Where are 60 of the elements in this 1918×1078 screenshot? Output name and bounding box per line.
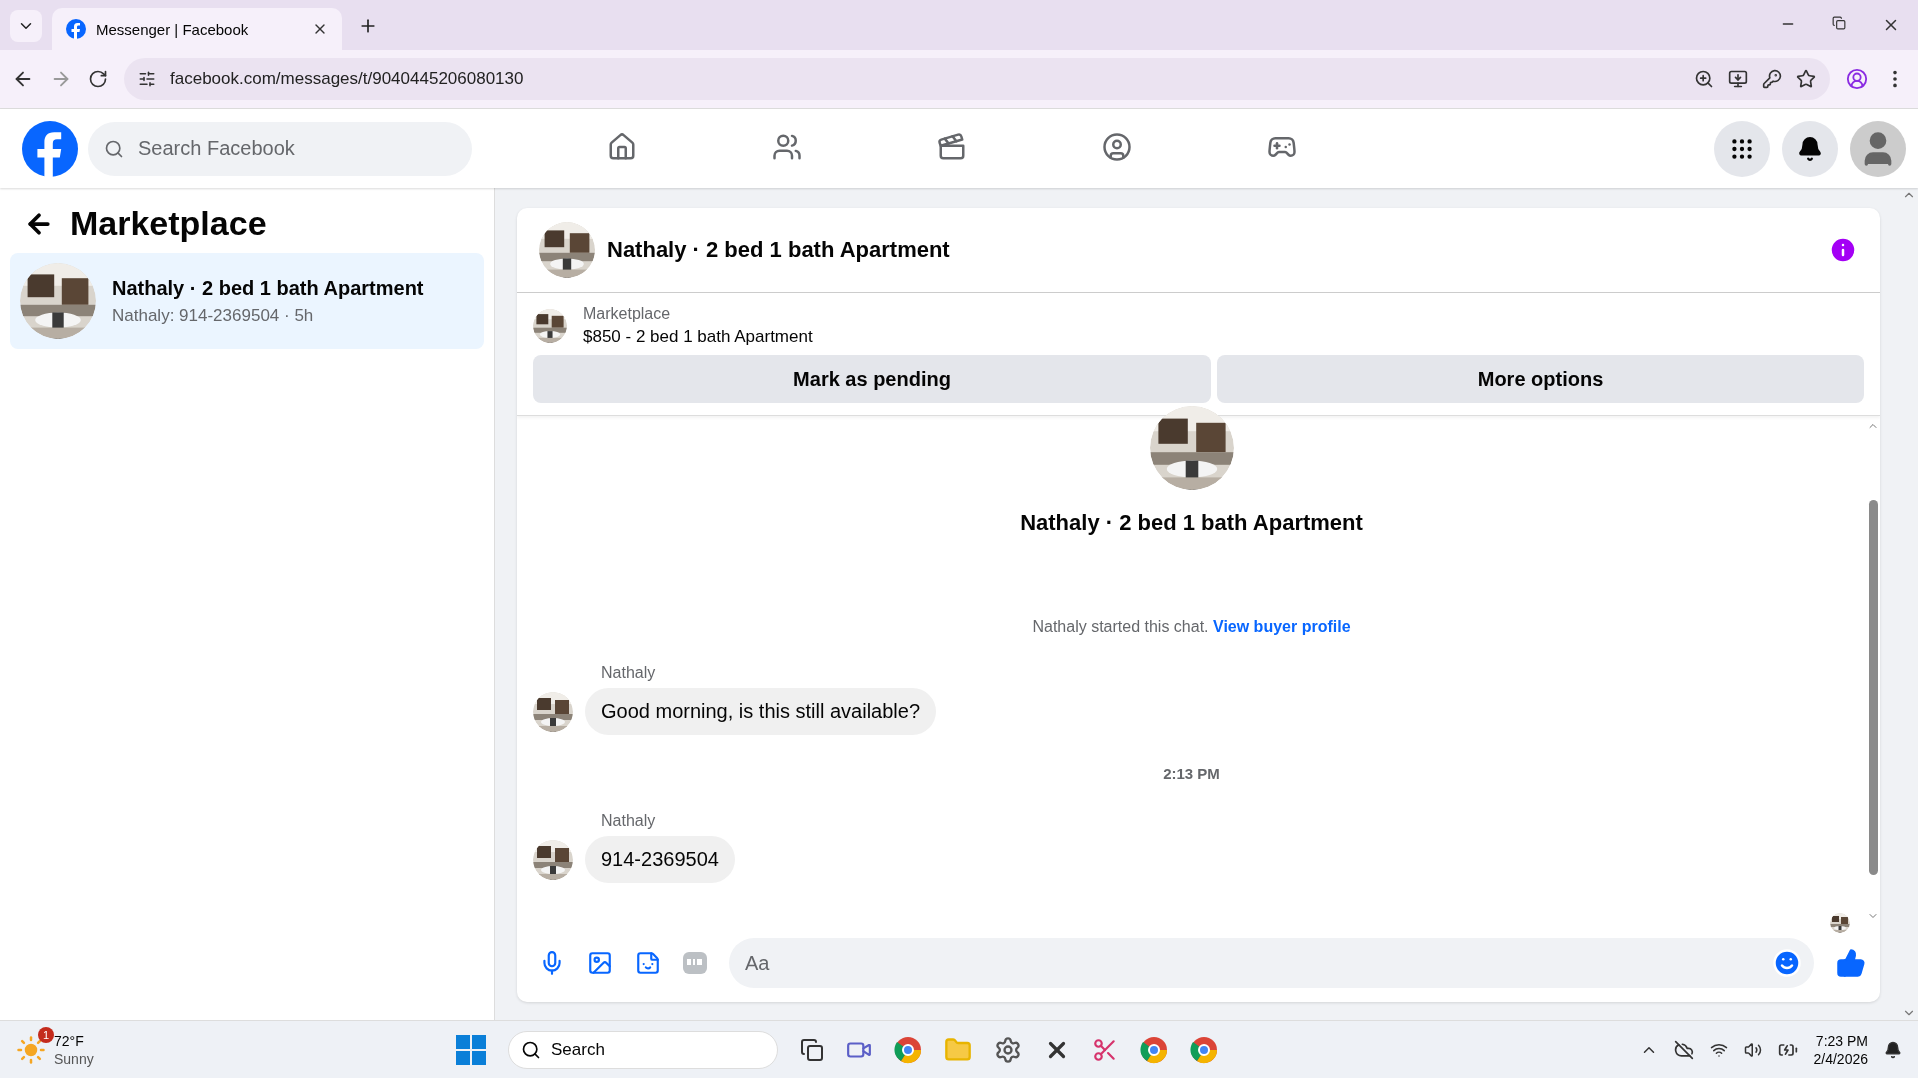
buyer-profile-link[interactable]: View buyer profile xyxy=(1213,618,1351,635)
bell-icon[interactable] xyxy=(1884,1040,1902,1059)
facebook-logo-icon xyxy=(66,19,86,39)
listing-label: Marketplace xyxy=(583,305,672,323)
star-icon[interactable] xyxy=(1796,69,1816,89)
message-bubble: Good morning, is this still available? xyxy=(585,688,937,735)
action-button[interactable]: Mark as pending xyxy=(533,355,1211,403)
system-message: Nathaly started this chat. View buyer profile xyxy=(1031,618,1352,636)
profile-icon[interactable] xyxy=(1846,68,1868,90)
timestamp: 2:13 PM xyxy=(1162,765,1221,782)
cloud-off-icon[interactable] xyxy=(1673,1039,1694,1060)
tab-title: Messenger | Facebook xyxy=(96,20,250,38)
conversation-title: Nathaly · 2 bed 1 bath Apartment xyxy=(112,276,424,300)
chat-title: Nathaly · 2 bed 1 bath Apartment xyxy=(607,237,951,263)
search-field[interactable]: Search Facebook xyxy=(88,121,472,176)
sender-name: Nathaly xyxy=(601,664,657,682)
conversation-preview: Nathaly: 914-2369504 · 5h xyxy=(112,305,315,326)
reload-icon[interactable] xyxy=(88,69,108,89)
friends-icon xyxy=(771,132,802,162)
browser-icon[interactable] xyxy=(894,1035,922,1064)
install-icon[interactable] xyxy=(1728,69,1748,89)
browser-icon[interactable] xyxy=(1190,1035,1218,1064)
task-view-icon[interactable] xyxy=(800,1037,824,1062)
clock-date: 2/4/2026 xyxy=(1813,1049,1868,1068)
search-icon xyxy=(521,1039,541,1060)
action-button[interactable]: More options xyxy=(1217,355,1864,403)
browser-icon[interactable] xyxy=(1140,1035,1168,1064)
temperature: 72°F xyxy=(54,1031,85,1050)
sticker-icon[interactable] xyxy=(635,950,661,976)
volume-icon[interactable] xyxy=(1743,1040,1762,1059)
video-icon xyxy=(936,132,967,162)
image-icon[interactable] xyxy=(587,950,613,976)
conversation-item[interactable]: Nathaly · 2 bed 1 bath Apartment Nathaly: 914-2369504 · 5h xyxy=(10,253,484,349)
message-field[interactable]: Aa xyxy=(729,938,1814,988)
url-text: facebook.com/messages/t/9040445206080130 xyxy=(170,69,525,89)
notification-badge: 1 xyxy=(38,1026,54,1043)
message-bubble: 914-2369504 xyxy=(585,836,735,883)
listing-title: $850 - 2 bed 1 bath Apartment xyxy=(583,327,813,347)
zoom-icon[interactable] xyxy=(1694,69,1714,89)
home-icon xyxy=(606,132,637,162)
settings-icon[interactable] xyxy=(994,1035,1022,1064)
browser-tab[interactable]: Messenger | Facebook xyxy=(52,8,342,50)
clock-time: 7:23 PM xyxy=(1814,1031,1868,1050)
taskbar-search[interactable]: Search xyxy=(508,1030,778,1069)
info-icon[interactable] xyxy=(1828,235,1858,265)
scrollbar-thumb[interactable] xyxy=(1868,500,1878,875)
thumbs-up-icon[interactable] xyxy=(1836,948,1866,978)
scissors-icon[interactable] xyxy=(1092,1036,1118,1063)
windows-start-icon[interactable] xyxy=(456,1034,486,1065)
facebook-logo-icon[interactable] xyxy=(22,120,78,177)
sun-icon[interactable] xyxy=(16,1034,46,1065)
site-settings-icon[interactable] xyxy=(138,70,156,88)
sidebar-title: Marketplace xyxy=(70,204,267,243)
address-bar[interactable]: facebook.com/messages/t/9040445206080130 xyxy=(124,58,1830,100)
bell-icon xyxy=(1797,135,1823,162)
weather-condition: Sunny xyxy=(54,1049,94,1068)
sender-name: Nathaly xyxy=(601,812,657,830)
key-icon[interactable] xyxy=(1762,69,1782,89)
intro-title: Nathaly · 2 bed 1 bath Apartment xyxy=(1020,510,1363,536)
groups-icon xyxy=(1101,132,1132,162)
